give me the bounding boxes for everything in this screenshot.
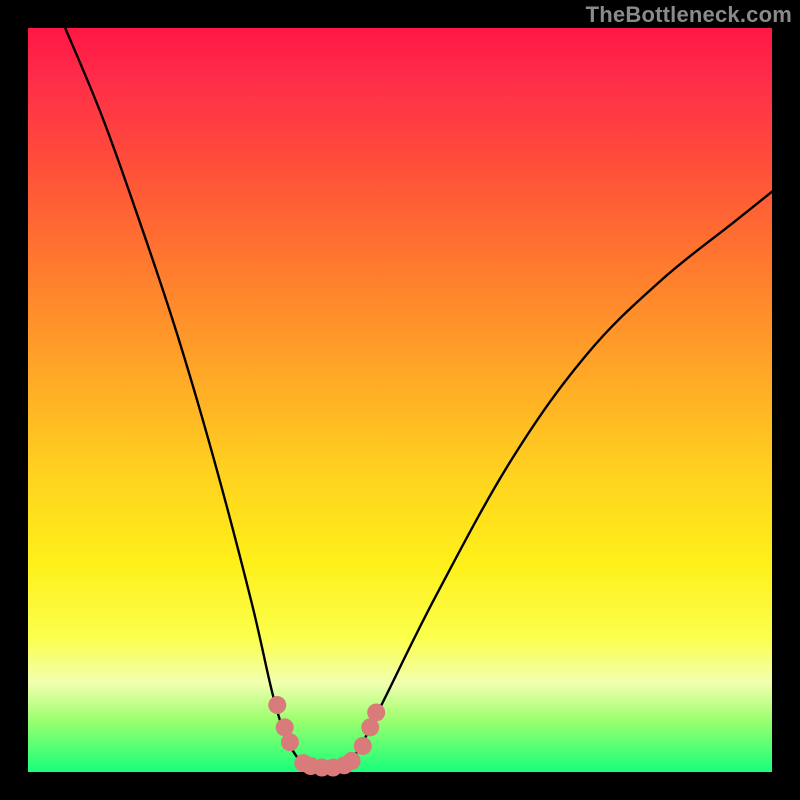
- bottleneck-curve: [65, 28, 772, 769]
- watermark-text: TheBottleneck.com: [586, 2, 792, 28]
- marker-cluster: [268, 696, 385, 776]
- marker-dot: [343, 752, 361, 770]
- marker-dot: [354, 737, 372, 755]
- v-curve-path: [65, 28, 772, 769]
- marker-dot: [281, 733, 299, 751]
- outer-frame: TheBottleneck.com: [0, 0, 800, 800]
- plot-area: [28, 28, 772, 772]
- marker-dot: [268, 696, 286, 714]
- curve-layer: [28, 28, 772, 772]
- marker-dot: [367, 703, 385, 721]
